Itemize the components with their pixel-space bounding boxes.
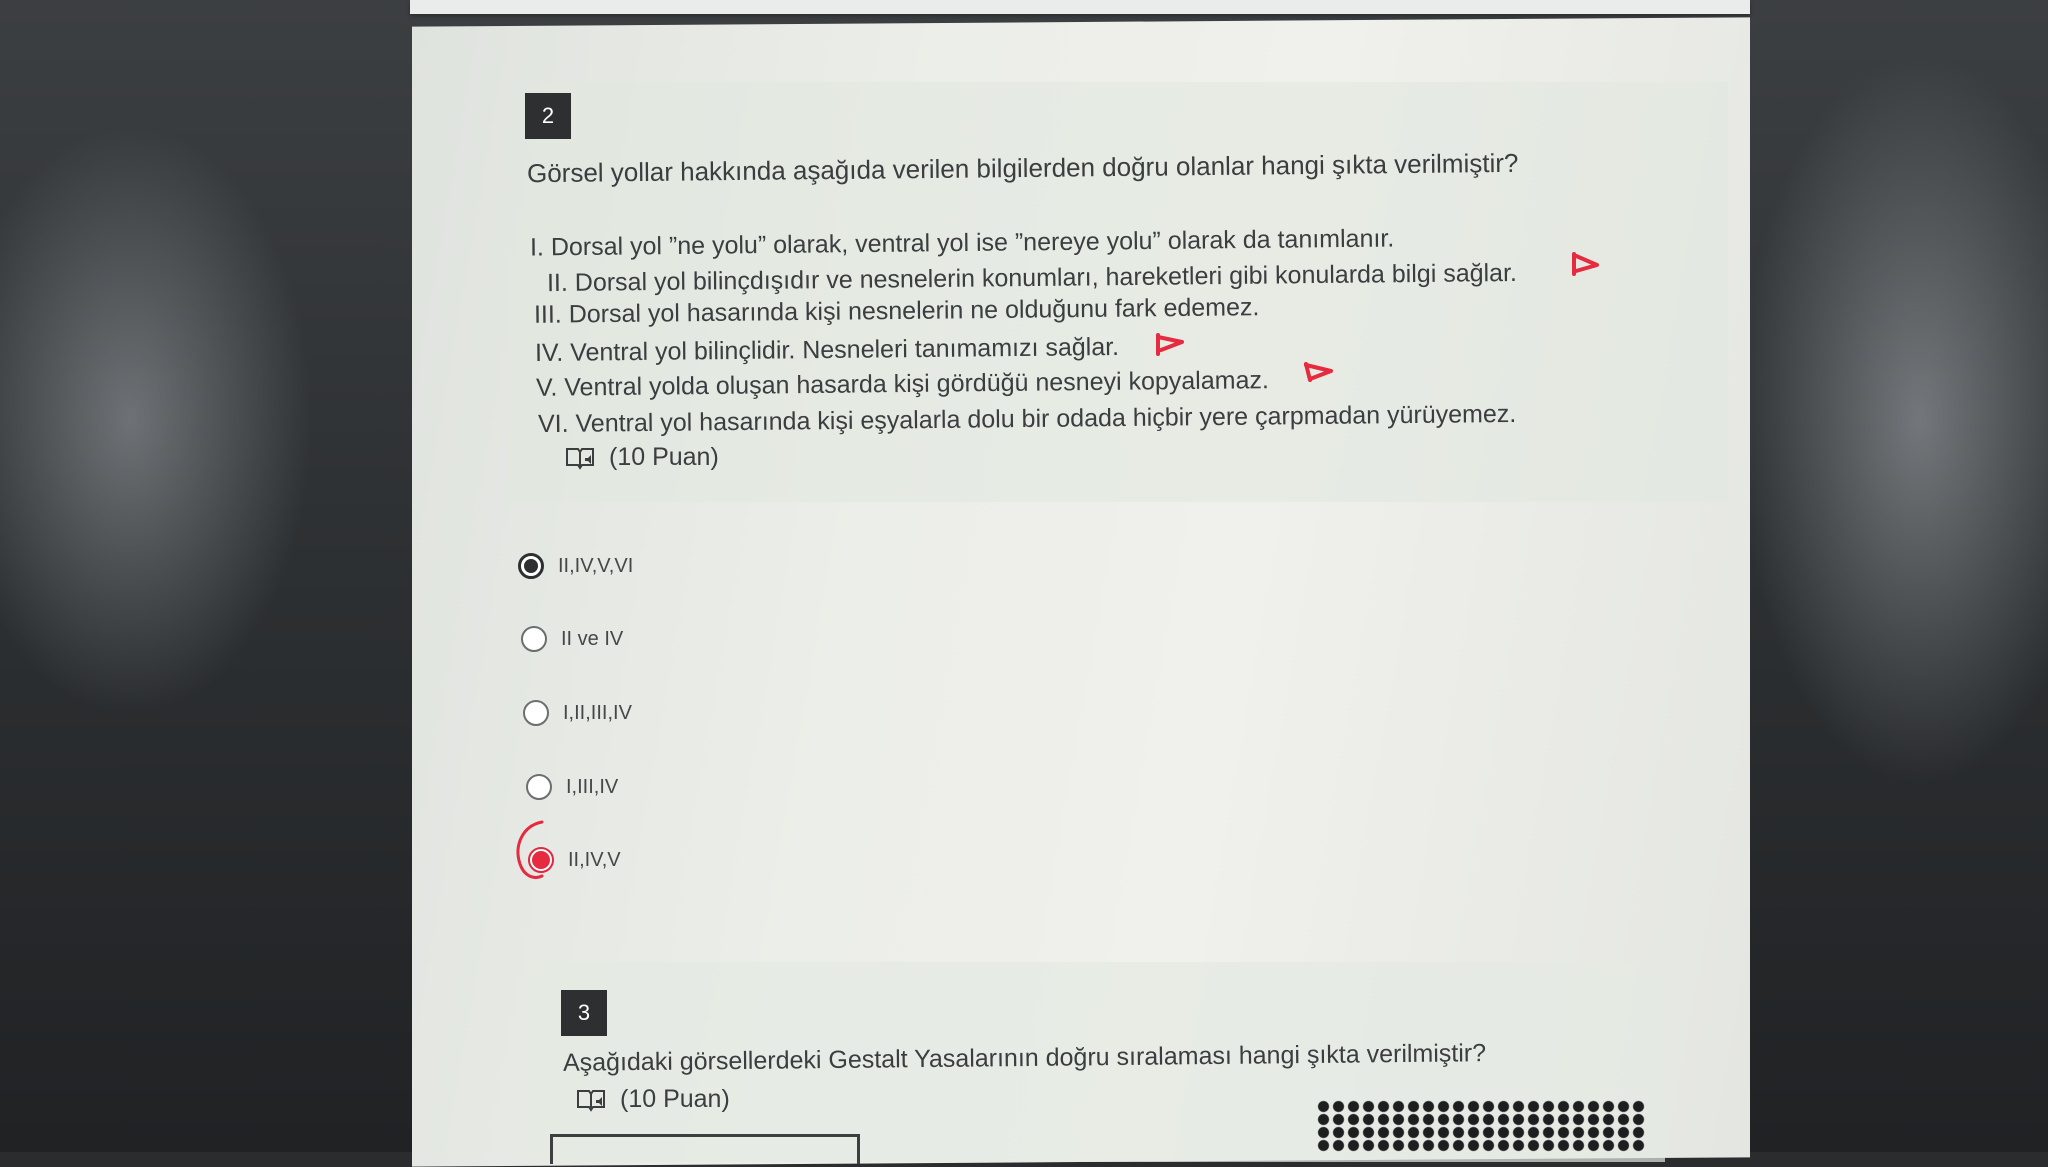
- statement-4: IV. Ventral yol bilinçlidir. Nesneleri t…: [534, 332, 1120, 368]
- red-circle-mark-icon: [516, 820, 544, 879]
- points-label: (10 Puan): [576, 1085, 730, 1114]
- question-image-frame: [550, 1134, 860, 1164]
- radio-button[interactable]: [523, 700, 549, 726]
- gestalt-dot-pattern-image: [1316, 1100, 1646, 1152]
- option-label: II,IV,V: [568, 848, 621, 871]
- option-1[interactable]: II,IV,V,VI: [518, 553, 633, 579]
- option-label: II,IV,V,VI: [558, 554, 634, 577]
- option-label: I,III,IV: [566, 775, 619, 798]
- red-flag-mark-icon: [1572, 252, 1599, 276]
- radio-button[interactable]: [521, 626, 547, 652]
- immersive-reader-icon[interactable]: [565, 446, 595, 470]
- option-label: I,II,III,IV: [563, 701, 632, 724]
- red-flag-mark-icon: [1156, 333, 1184, 356]
- immersive-reader-icon[interactable]: [576, 1088, 606, 1112]
- option-2[interactable]: II ve IV: [521, 626, 623, 652]
- red-flag-mark-icon: [1304, 362, 1333, 382]
- option-4[interactable]: I,III,IV: [526, 774, 618, 800]
- option-label: II ve IV: [561, 627, 624, 650]
- previous-card-edge: [410, 0, 1750, 14]
- points-text: (10 Puan): [609, 443, 719, 471]
- radio-button[interactable]: [526, 774, 552, 800]
- points-label: (10 Puan): [565, 443, 719, 472]
- points-text: (10 Puan): [620, 1085, 730, 1113]
- question-number-badge: 3: [561, 990, 607, 1036]
- radio-button-selected[interactable]: [518, 553, 544, 579]
- question-number-badge: 2: [525, 93, 571, 139]
- option-3[interactable]: I,II,III,IV: [523, 700, 632, 726]
